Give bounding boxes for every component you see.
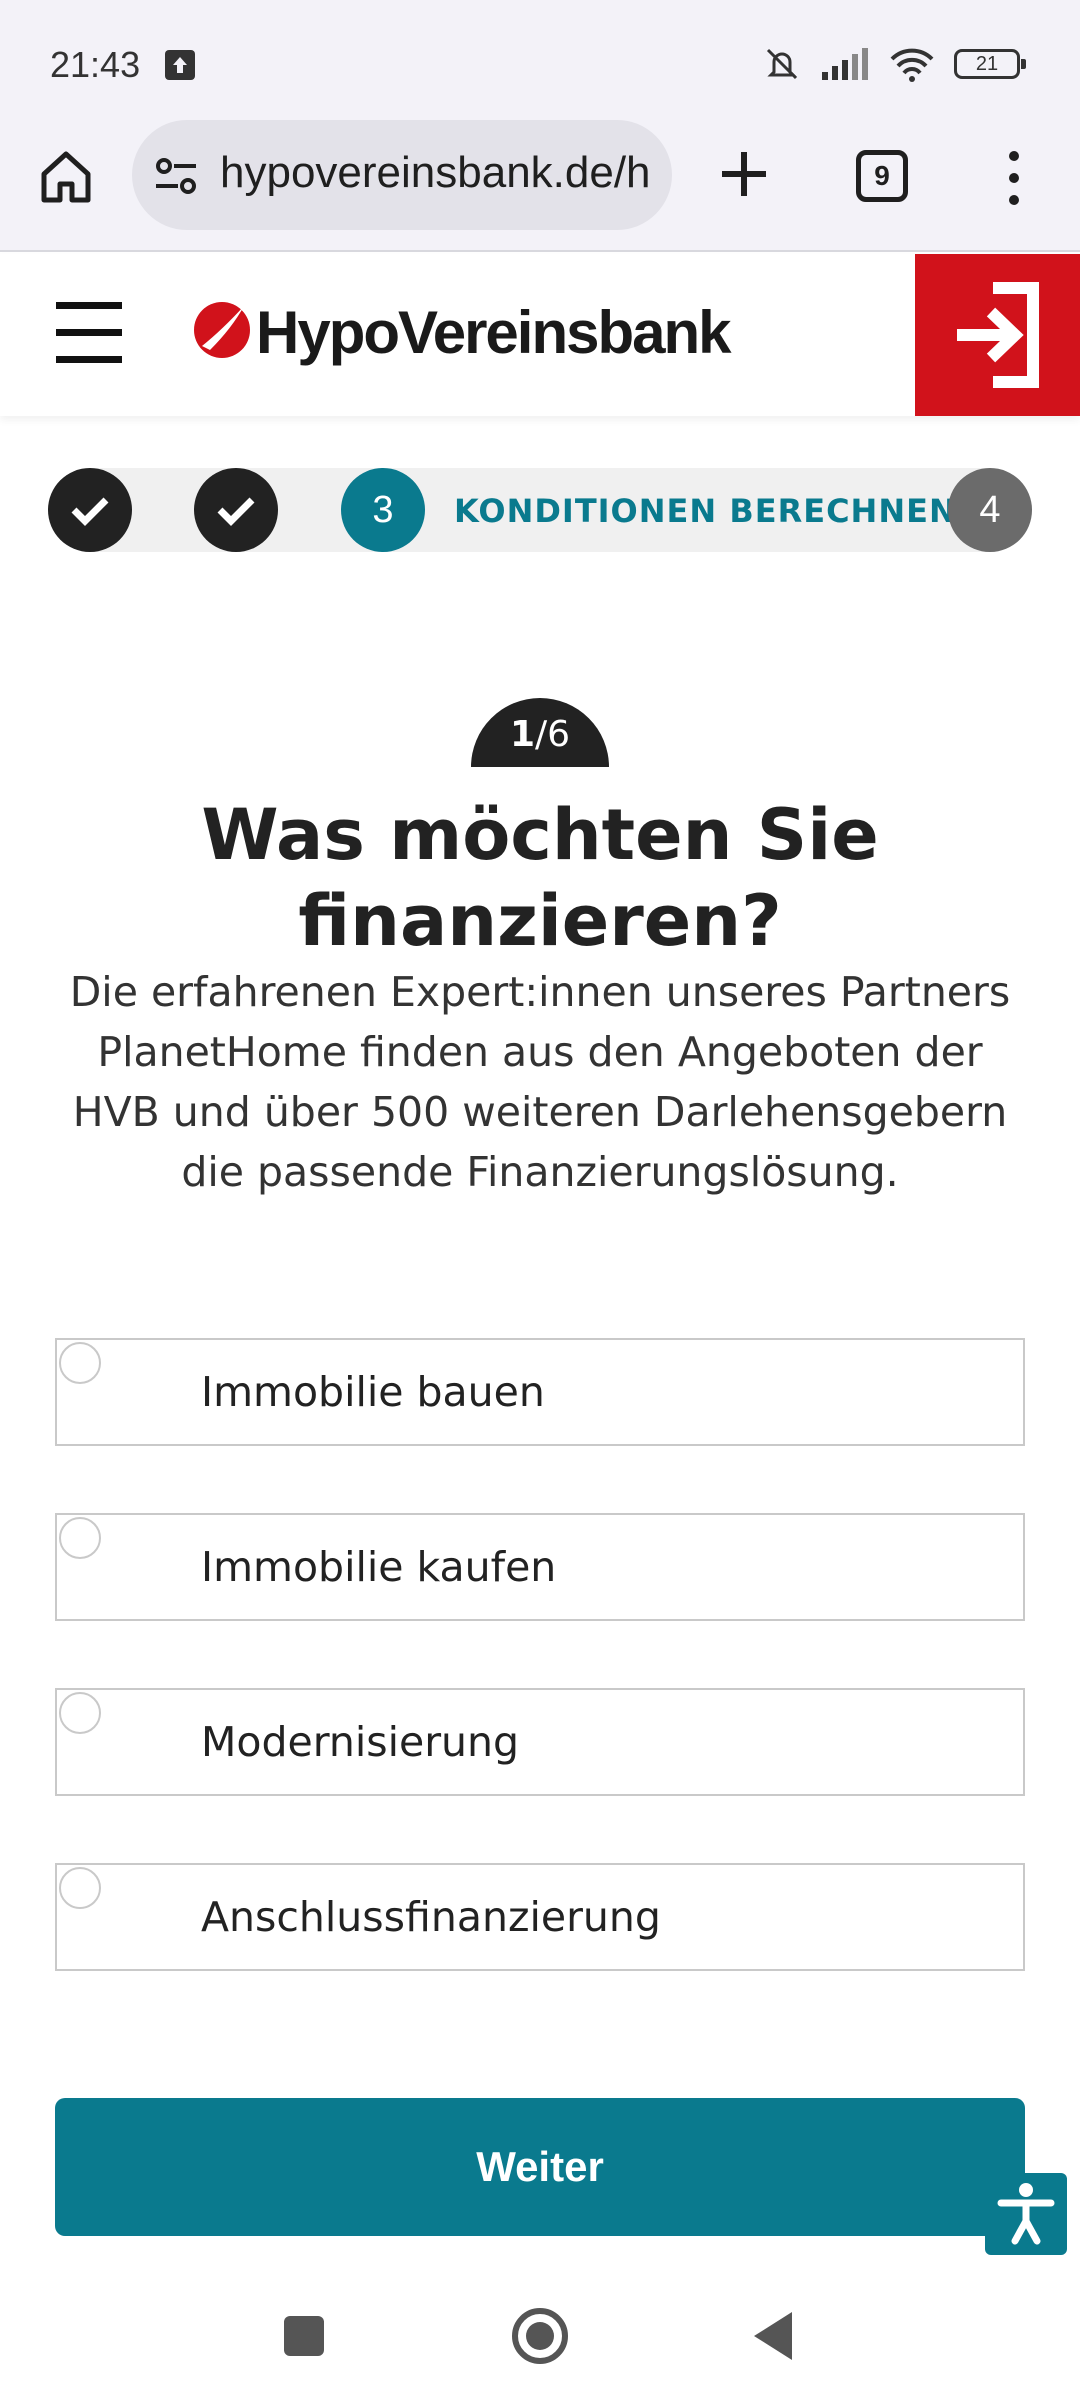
battery-icon: 21	[954, 49, 1026, 79]
home-circle-icon[interactable]	[512, 2308, 568, 2364]
progress-stepper: 3 KONDITIONEN BERECHNEN 4	[48, 468, 1032, 552]
radio-button[interactable]	[59, 1517, 101, 1559]
site-header: HypoVereinsbank	[0, 254, 1080, 416]
weiter-button[interactable]: Weiter	[55, 2098, 1025, 2236]
address-bar[interactable]: hypovereinsbank.de/h	[132, 120, 672, 230]
site-settings-icon[interactable]	[154, 156, 198, 196]
option-label: Immobilie bauen	[201, 1368, 545, 1416]
radio-button[interactable]	[59, 1867, 101, 1909]
step-1-done[interactable]	[48, 468, 132, 552]
tab-switcher-button[interactable]: 9	[856, 150, 908, 202]
option-modernisierung[interactable]: Modernisierung	[55, 1688, 1025, 1796]
wifi-icon	[890, 48, 934, 82]
option-label: Modernisierung	[201, 1718, 520, 1766]
hamburger-menu-icon[interactable]	[56, 302, 126, 364]
status-icons: 21	[762, 44, 1026, 84]
accessibility-button[interactable]	[985, 2173, 1067, 2255]
status-time: 21:43	[50, 44, 141, 85]
option-anschlussfinanzierung[interactable]: Anschlussfinanzierung	[55, 1863, 1025, 1971]
step-4-future: 4	[948, 468, 1032, 552]
checkmark-icon	[71, 497, 109, 526]
url-text[interactable]: hypovereinsbank.de/h	[220, 148, 660, 198]
option-immobilie-kaufen[interactable]: Immobilie kaufen	[55, 1513, 1025, 1621]
question-title: Was möchten Sie finanzieren?	[201, 794, 879, 962]
new-tab-plus-icon[interactable]	[714, 144, 774, 204]
brand-name[interactable]: HypoVereinsbank	[256, 298, 732, 367]
browser-toolbar: hypovereinsbank.de/h 9	[0, 120, 1080, 252]
mute-icon	[766, 48, 798, 80]
checkmark-icon	[217, 497, 255, 526]
option-label: Anschlussfinanzierung	[201, 1893, 661, 1941]
radio-button[interactable]	[59, 1692, 101, 1734]
question-description: Die erfahrenen Expert:innen unseres Part…	[69, 968, 1011, 1196]
back-triangle-icon[interactable]	[754, 2312, 792, 2360]
status-bar: 21:43 21	[0, 0, 1080, 120]
upload-icon	[165, 50, 195, 80]
question-counter: 1/6	[471, 698, 609, 767]
counter-current: 1	[509, 714, 535, 755]
home-icon[interactable]	[34, 144, 98, 208]
step-2-done[interactable]	[194, 468, 278, 552]
radio-button[interactable]	[59, 1342, 101, 1384]
signal-icon	[822, 48, 868, 80]
step-3-label: KONDITIONEN BERECHNEN	[454, 492, 957, 530]
hvb-logo-icon[interactable]	[192, 300, 252, 360]
counter-total: /6	[535, 714, 571, 755]
recent-apps-icon[interactable]	[284, 2316, 324, 2356]
option-immobilie-bauen[interactable]: Immobilie bauen	[55, 1338, 1025, 1446]
step-3-active: 3	[341, 468, 425, 552]
login-arrow-icon	[957, 282, 1039, 388]
system-nav-bar	[0, 2282, 1080, 2400]
accessibility-icon	[997, 2183, 1055, 2245]
login-button[interactable]	[915, 254, 1080, 416]
option-label: Immobilie kaufen	[201, 1543, 557, 1591]
more-menu-icon[interactable]	[994, 146, 1034, 210]
